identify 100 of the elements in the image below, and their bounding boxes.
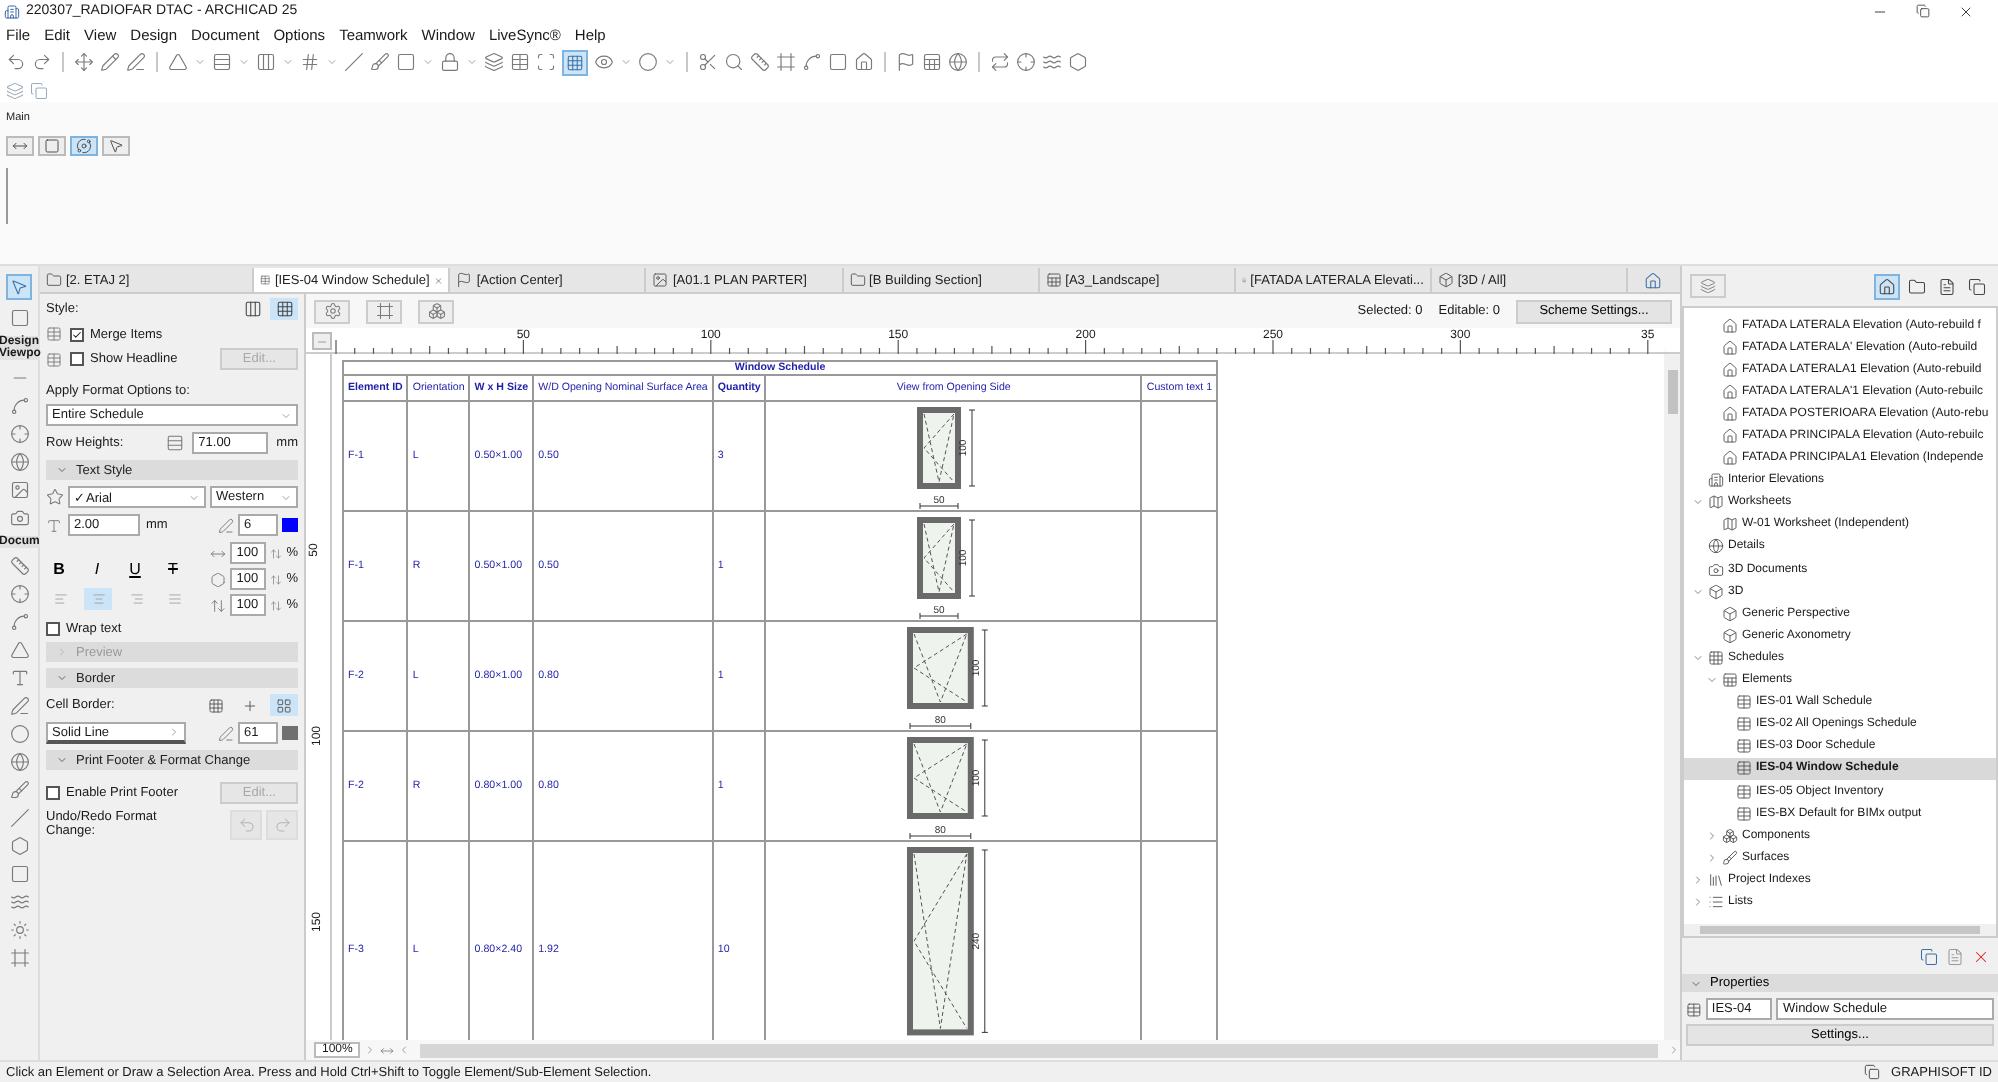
table-icon[interactable] (1686, 1001, 1702, 1017)
row-height-icon[interactable] (166, 434, 185, 452)
square-icon[interactable] (44, 138, 60, 154)
table-icon[interactable] (1736, 805, 1752, 822)
wave-icon[interactable] (9, 892, 29, 912)
align-icon[interactable] (212, 52, 232, 72)
pen-color-swatch[interactable] (282, 726, 298, 740)
text-style-button[interactable]: T (160, 558, 186, 580)
grid-icon[interactable] (300, 52, 320, 72)
checkbox[interactable] (46, 622, 60, 636)
circle-icon[interactable] (9, 724, 29, 744)
palette-button[interactable] (38, 136, 66, 156)
table-icon[interactable] (1736, 716, 1752, 733)
ruler-icon[interactable] (9, 556, 29, 576)
orbit-icon[interactable] (76, 138, 92, 154)
flag-icon[interactable] (456, 272, 473, 288)
search-icon[interactable] (724, 52, 744, 72)
line-icon[interactable] (9, 808, 29, 828)
scale-icon[interactable] (210, 545, 227, 561)
circle-icon[interactable] (638, 52, 658, 72)
square-icon[interactable] (828, 52, 848, 72)
globe-icon[interactable] (948, 52, 968, 72)
sheet-icon[interactable] (922, 52, 942, 72)
table-icon[interactable] (1736, 694, 1752, 711)
ruler-toggle-button[interactable] (312, 332, 332, 350)
table-icon[interactable] (275, 300, 293, 318)
curve-icon[interactable] (9, 612, 29, 632)
text-style-button[interactable]: U (122, 558, 148, 580)
text-style-button[interactable]: I (84, 558, 110, 580)
camera-icon[interactable] (9, 508, 29, 528)
worksheet-icon[interactable] (1708, 494, 1724, 511)
frame-icon[interactable] (9, 948, 29, 968)
hexagon-icon[interactable] (9, 836, 29, 856)
scale-icon[interactable] (210, 571, 227, 587)
merge-button[interactable] (366, 299, 402, 323)
undo-icon[interactable] (6, 52, 26, 72)
table-icon[interactable] (1736, 783, 1752, 800)
crosshair-icon[interactable] (9, 424, 29, 444)
lock-icon[interactable] (440, 52, 460, 72)
folder-icon[interactable] (46, 272, 62, 288)
line-icon[interactable] (344, 52, 364, 72)
caret-icon[interactable] (56, 672, 68, 684)
image-icon[interactable] (9, 480, 29, 500)
crosshair-icon[interactable] (1016, 52, 1036, 72)
square-icon[interactable] (9, 864, 29, 884)
pen-color-swatch[interactable] (282, 518, 298, 532)
marquee-icon[interactable] (9, 308, 29, 328)
folder-icon[interactable] (849, 272, 866, 288)
settings-button[interactable] (314, 299, 350, 323)
text-size-icon[interactable] (46, 517, 62, 533)
checkbox[interactable] (70, 327, 84, 341)
spinner-icon[interactable] (270, 573, 283, 585)
curve-icon[interactable] (9, 396, 29, 416)
scrollbar[interactable] (1664, 354, 1680, 1040)
scale-icon[interactable] (210, 597, 227, 613)
image-icon[interactable] (652, 272, 669, 288)
eye-icon[interactable] (594, 52, 614, 72)
house-icon[interactable] (1644, 271, 1663, 289)
frame-icon[interactable] (375, 302, 393, 320)
pencil-icon[interactable] (100, 52, 120, 72)
fit-width-icon[interactable] (380, 1043, 395, 1057)
globe-icon[interactable] (9, 452, 29, 472)
settings-icon[interactable] (323, 302, 341, 320)
scan-icon[interactable] (536, 52, 556, 72)
table-icon[interactable] (260, 272, 271, 288)
curve-icon[interactable] (802, 52, 822, 72)
palette-button[interactable] (102, 136, 130, 156)
star-icon[interactable] (46, 488, 64, 506)
pen-icon[interactable] (218, 517, 234, 533)
house-icon[interactable] (1722, 361, 1738, 378)
square-icon[interactable] (396, 52, 416, 72)
cube-icon[interactable] (1437, 272, 1454, 288)
wave-icon[interactable] (1042, 52, 1062, 72)
text-style-button[interactable]: B (46, 558, 72, 580)
columns-icon[interactable] (256, 52, 276, 72)
navigator-menu-button[interactable] (1690, 274, 1726, 298)
worksheet-icon[interactable] (1722, 516, 1738, 533)
crosshair-icon[interactable] (9, 584, 29, 604)
pen-icon[interactable] (218, 725, 234, 741)
redo-icon[interactable] (32, 52, 52, 72)
house-icon[interactable] (1722, 428, 1738, 445)
border-icon[interactable] (208, 697, 224, 713)
triangle-icon[interactable] (168, 52, 188, 72)
caret-icon[interactable] (56, 754, 68, 766)
table-icon[interactable] (510, 52, 530, 72)
table-icon[interactable] (1736, 738, 1752, 755)
checkbox[interactable] (70, 352, 84, 366)
ruler-icon[interactable] (750, 52, 770, 72)
table-icon[interactable] (243, 300, 261, 318)
house-icon[interactable] (1722, 317, 1738, 334)
house-icon[interactable] (1722, 405, 1738, 422)
move-icon[interactable] (74, 52, 94, 72)
hexagon-icon[interactable] (1068, 52, 1088, 72)
pen-icon[interactable] (126, 52, 146, 72)
border-icon[interactable] (276, 697, 292, 713)
border-option-button[interactable] (270, 694, 298, 716)
scrollbar[interactable] (420, 1043, 1658, 1057)
house-icon[interactable] (1722, 383, 1738, 400)
table-icon[interactable] (1736, 760, 1752, 777)
flag-icon[interactable] (896, 52, 916, 72)
